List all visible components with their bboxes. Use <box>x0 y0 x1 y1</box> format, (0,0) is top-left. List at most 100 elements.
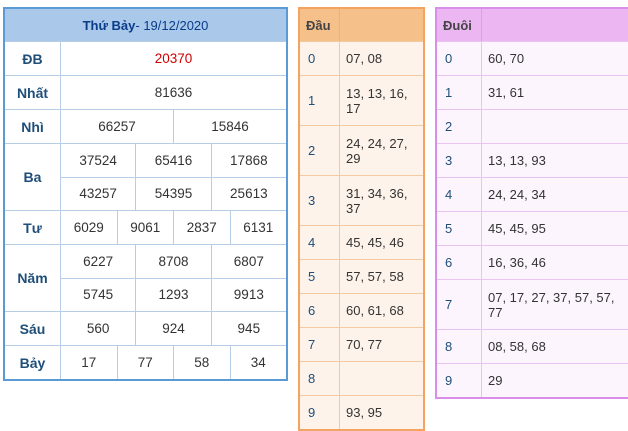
prize-number: 6131 <box>229 211 287 244</box>
duoi-panel: Đuôi 0 60, 70 1 31, 61 2 3 13, 13, 93 4 24, 24, … <box>435 7 628 399</box>
dau-values: 93, 95 <box>346 405 383 420</box>
prize-label: Nhì <box>5 110 61 143</box>
dau-header-label: Đầu <box>300 9 340 41</box>
dau-row: 0 07, 08 <box>300 41 423 75</box>
dau-row: 5 57, 57, 58 <box>300 259 423 293</box>
dau-values: 45, 45, 46 <box>346 235 404 250</box>
prize-label: Sáu <box>5 312 61 345</box>
dau-digit: 7 <box>300 328 340 361</box>
prize-number: 17 <box>81 355 97 370</box>
dau-digit: 9 <box>300 396 340 429</box>
prize-number: 54395 <box>135 177 210 210</box>
duoi-digit: 8 <box>437 330 482 363</box>
dau-row: 6 60, 61, 68 <box>300 293 423 327</box>
duoi-values: 08, 58, 68 <box>488 339 546 354</box>
duoi-row: 0 60, 70 <box>437 41 628 75</box>
prize-number: 2837 <box>173 211 230 244</box>
dau-row: 9 93, 95 <box>300 395 423 429</box>
prize-number: 25613 <box>210 177 286 210</box>
duoi-digit: 5 <box>437 212 482 245</box>
dau-digit: 1 <box>300 76 340 125</box>
prize-number: 945 <box>210 312 286 345</box>
dau-digit: 4 <box>300 226 340 259</box>
prize-label: ĐB <box>5 42 61 75</box>
prize-number: 66257 <box>98 119 136 134</box>
prize-row: Nhất 81636 <box>5 75 286 109</box>
prize-row: Bảy 17 77 58 34 <box>5 345 286 379</box>
prize-label: Tư <box>5 211 61 244</box>
prize-number: 43257 <box>79 186 117 202</box>
duoi-digit: 9 <box>437 364 482 397</box>
prize-number: 15846 <box>173 110 286 143</box>
duoi-header: Đuôi <box>437 9 628 41</box>
prize-number: 5745 <box>83 287 114 303</box>
prize-label: Ba <box>5 144 61 210</box>
dau-values: 24, 24, 27, 29 <box>346 135 408 166</box>
dau-row: 4 45, 45, 46 <box>300 225 423 259</box>
dau-digit: 2 <box>300 126 340 175</box>
duoi-values: 45, 45, 95 <box>488 221 546 236</box>
duoi-digit: 3 <box>437 144 482 177</box>
dau-digit: 8 <box>300 362 340 395</box>
duoi-values: 29 <box>488 373 503 388</box>
duoi-values <box>482 110 628 143</box>
prize-number: 6227 <box>83 253 114 269</box>
dau-values: 13, 13, 16, 17 <box>346 85 408 116</box>
dau-row: 2 24, 24, 27, 29 <box>300 125 423 175</box>
prize-number: 20370 <box>154 51 193 66</box>
prize-number: 6029 <box>73 220 104 235</box>
duoi-digit: 4 <box>437 178 482 211</box>
dau-values: 70, 77 <box>346 337 383 352</box>
dau-digit: 6 <box>300 294 340 327</box>
lottery-results-table: Thứ Bảy - 19/12/2020 ĐB 20370 Nhất 81636 Nhì… <box>3 7 288 381</box>
duoi-digit: 6 <box>437 246 482 279</box>
prize-number: 9913 <box>210 278 286 311</box>
prize-row: Ba 37524 65416 17868 43257 54395 25613 <box>5 143 286 210</box>
prize-number: 65416 <box>135 144 210 177</box>
duoi-row: 4 24, 24, 34 <box>437 177 628 211</box>
prize-number: 37524 <box>79 152 117 168</box>
prize-row: Nhì 66257 15846 <box>5 109 286 143</box>
dau-header: Đầu <box>300 9 423 41</box>
dau-values: 31, 34, 36, 37 <box>346 185 408 216</box>
prize-number: 17868 <box>210 144 286 177</box>
prize-label: Bảy <box>5 346 61 379</box>
prize-number: 34 <box>229 346 287 379</box>
duoi-row: 3 13, 13, 93 <box>437 143 628 177</box>
duoi-row: 7 07, 17, 27, 37, 57, 57, 77 <box>437 279 628 329</box>
dau-digit: 0 <box>300 42 340 75</box>
duoi-row: 5 45, 45, 95 <box>437 211 628 245</box>
dau-row: 3 31, 34, 36, 37 <box>300 175 423 225</box>
dau-digit: 5 <box>300 260 340 293</box>
dau-row: 1 13, 13, 16, 17 <box>300 75 423 125</box>
results-date: - 19/12/2020 <box>135 17 209 33</box>
duoi-row: 2 <box>437 109 628 143</box>
duoi-digit: 0 <box>437 42 482 75</box>
dau-values: 07, 08 <box>346 51 383 66</box>
prize-number: 924 <box>135 312 210 345</box>
prize-label: Nhất <box>5 76 61 109</box>
dau-values: 57, 57, 58 <box>346 269 404 284</box>
duoi-row: 9 29 <box>437 363 628 397</box>
duoi-digit: 1 <box>437 76 482 109</box>
duoi-row: 1 31, 61 <box>437 75 628 109</box>
dau-values: 60, 61, 68 <box>346 303 404 318</box>
prize-row: Tư 6029 9061 2837 6131 <box>5 210 286 244</box>
duoi-values: 31, 61 <box>488 85 525 100</box>
prize-label: Năm <box>5 245 61 311</box>
dau-row: 7 70, 77 <box>300 327 423 361</box>
dau-values <box>340 362 423 395</box>
results-header: Thứ Bảy - 19/12/2020 <box>5 9 286 41</box>
prize-row: Năm 6227 8708 6807 5745 1293 9913 <box>5 244 286 311</box>
results-body: ĐB 20370 Nhất 81636 Nhì 66257 15846 Ba 37524 6541… <box>5 41 286 379</box>
results-day: Thứ Bảy <box>82 17 136 33</box>
dau-digit: 3 <box>300 176 340 225</box>
prize-number: 560 <box>86 321 110 336</box>
duoi-header-label: Đuôi <box>437 9 482 41</box>
duoi-values: 07, 17, 27, 37, 57, 57, 77 <box>488 289 615 320</box>
prize-number: 9061 <box>116 211 174 244</box>
duoi-values: 24, 24, 34 <box>488 187 546 202</box>
prize-row: Sáu 560 924 945 <box>5 311 286 345</box>
duoi-row: 8 08, 58, 68 <box>437 329 628 363</box>
prize-row: ĐB 20370 <box>5 41 286 75</box>
